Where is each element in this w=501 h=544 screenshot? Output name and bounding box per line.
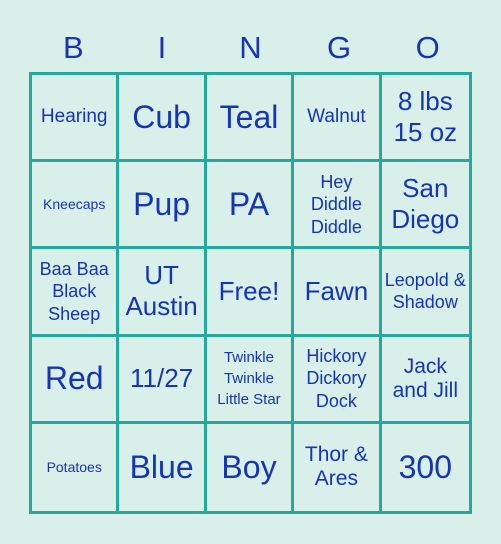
bingo-cell[interactable]: Twinkle Twinkle Little Star	[206, 336, 295, 424]
bingo-cell[interactable]: Hickory Dickory Dock	[294, 336, 382, 424]
bingo-cell[interactable]: Thor & Ares	[294, 423, 382, 511]
header-letter-i: I	[157, 30, 167, 65]
bingo-cell[interactable]: Boy	[207, 423, 295, 511]
bingo-cell[interactable]: Pup	[119, 162, 207, 250]
free-space-cell[interactable]: Free!	[206, 249, 295, 337]
header-letter-o: O	[415, 30, 440, 65]
bingo-cell[interactable]: Kneecaps	[32, 162, 120, 250]
bingo-cell[interactable]: Cub	[119, 75, 207, 163]
bingo-cell[interactable]: Teal	[206, 75, 295, 163]
bingo-header: B I N G O	[29, 28, 472, 72]
bingo-cell[interactable]: Red	[32, 336, 120, 424]
bingo-cell[interactable]: UT Austin	[119, 249, 207, 337]
bingo-cell[interactable]: Hearing	[32, 75, 120, 163]
header-letter-g: G	[327, 30, 352, 65]
bingo-cell[interactable]: Blue	[119, 423, 207, 511]
header-letter-b: B	[62, 30, 84, 65]
bingo-cell[interactable]: Jack and Jill	[381, 337, 469, 424]
bingo-card-grid: Hearing Cub Teal Walnut 8 lbs 15 oz Knee…	[29, 72, 472, 514]
header-letter-n: N	[239, 30, 262, 65]
bingo-cell[interactable]: 11/27	[119, 336, 207, 424]
bingo-cell[interactable]: Leopold & Shadow	[381, 249, 469, 337]
bingo-cell[interactable]: Hey Diddle Diddle	[294, 162, 382, 250]
bingo-cell[interactable]: Potatoes	[32, 423, 120, 511]
bingo-cell[interactable]: San Diego	[381, 162, 469, 250]
bingo-cell[interactable]: PA	[206, 162, 295, 250]
bingo-cell[interactable]: 300	[382, 424, 469, 511]
bingo-cell[interactable]: Baa Baa Black Sheep	[32, 249, 120, 337]
bingo-cell[interactable]: Walnut	[294, 75, 382, 163]
bingo-cell[interactable]: 8 lbs 15 oz	[381, 75, 469, 163]
bingo-cell[interactable]: Fawn	[294, 249, 382, 337]
